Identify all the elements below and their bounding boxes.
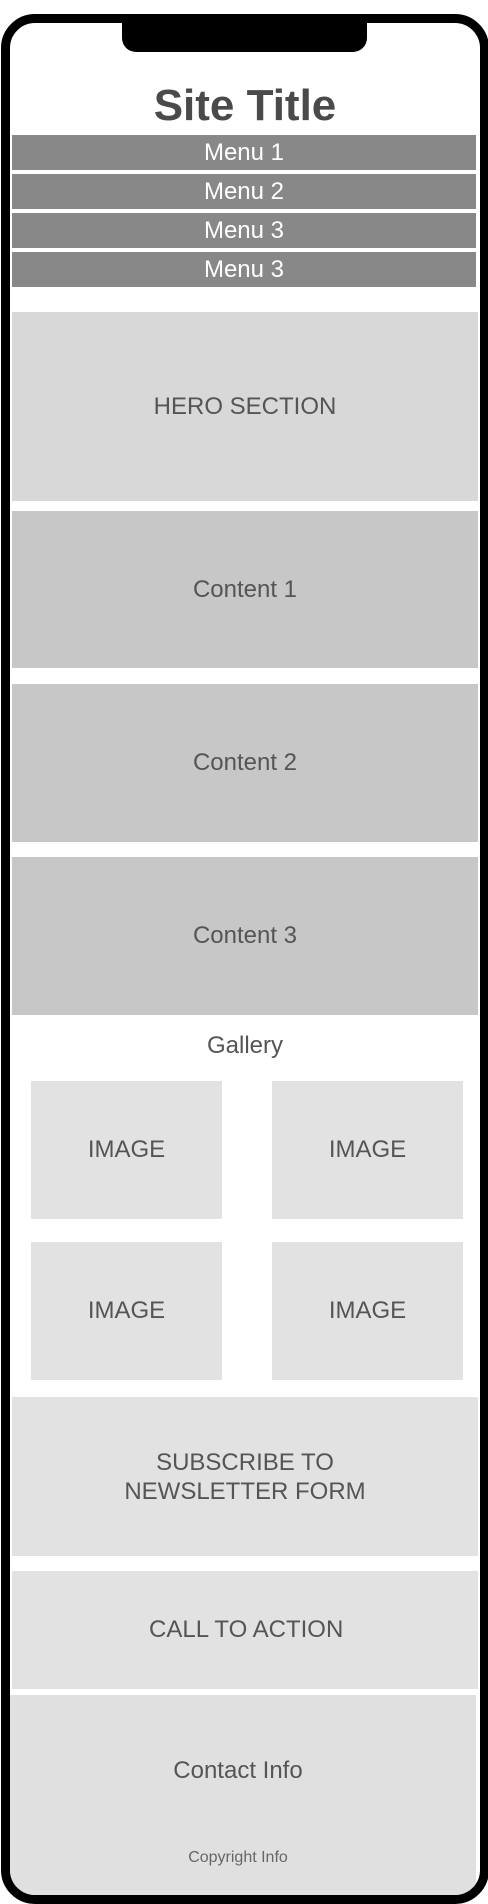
gallery-title: Gallery: [206, 1032, 284, 1059]
gallery-image-1[interactable]: IMAGE: [31, 1081, 222, 1219]
phone-frame: Site Title Menu 1 Menu 2 Menu 3 Menu 3 H…: [1, 14, 488, 1904]
hero-section: HERO SECTION: [12, 312, 478, 501]
newsletter-line-1: SUBSCRIBE TO: [156, 1448, 334, 1476]
menu-item-4[interactable]: Menu 3: [12, 252, 476, 287]
gallery-image-label: IMAGE: [87, 1136, 166, 1163]
copyright-info: Copyright Info: [188, 1849, 288, 1866]
newsletter-form[interactable]: SUBSCRIBE TO NEWSLETTER FORM: [12, 1397, 478, 1556]
contact-section: Contact Info Copyright Info: [10, 1695, 476, 1895]
content-section-1: Content 1: [12, 511, 478, 668]
site-title: Site Title: [153, 81, 337, 130]
contact-info: Contact Info: [173, 1757, 303, 1784]
gallery-image-2[interactable]: IMAGE: [272, 1081, 463, 1219]
content-label-3: Content 3: [192, 922, 298, 949]
phone-notch: [122, 23, 367, 52]
content-section-2: Content 2: [12, 684, 478, 842]
gallery-image-label: IMAGE: [328, 1136, 407, 1163]
menu-item-3[interactable]: Menu 3: [12, 213, 476, 248]
gallery-image-label: IMAGE: [87, 1297, 166, 1324]
hero-label: HERO SECTION: [153, 392, 337, 420]
call-to-action[interactable]: CALL TO ACTION: [12, 1571, 478, 1689]
gallery-image-4[interactable]: IMAGE: [272, 1242, 463, 1380]
content-section-3: Content 3: [12, 857, 478, 1015]
gallery-image-3[interactable]: IMAGE: [31, 1242, 222, 1380]
newsletter-line-2: NEWSLETTER FORM: [124, 1477, 366, 1505]
content-label-2: Content 2: [192, 749, 298, 776]
gallery-image-label: IMAGE: [328, 1297, 407, 1324]
menu-item-1[interactable]: Menu 1: [12, 135, 476, 170]
cta-label: CALL TO ACTION: [149, 1616, 344, 1643]
menu-item-2[interactable]: Menu 2: [12, 174, 476, 209]
content-label-1: Content 1: [192, 575, 298, 603]
